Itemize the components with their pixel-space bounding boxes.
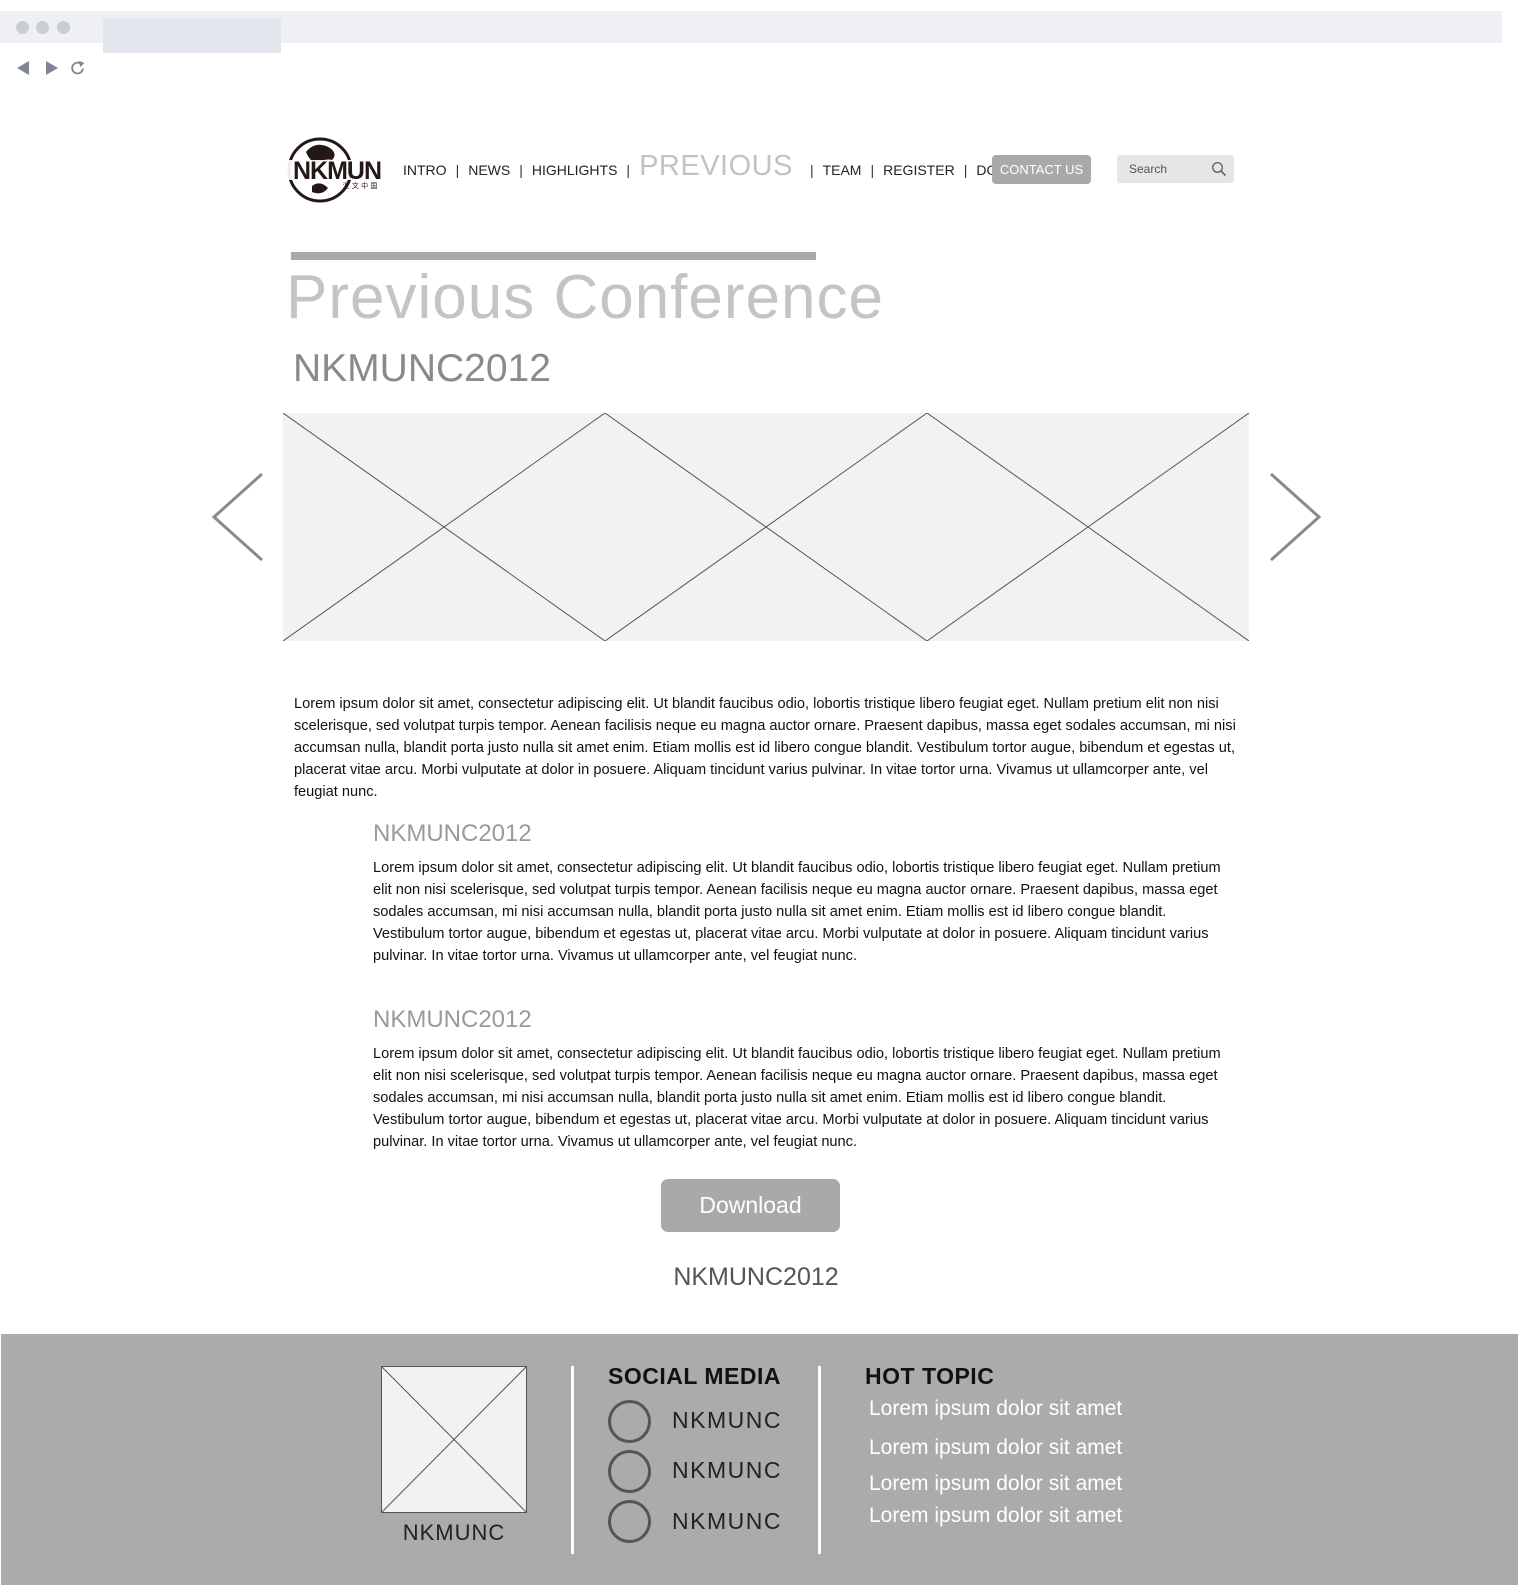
nav-previous-active[interactable]: PREVIOUS: [639, 150, 793, 183]
footer-image-placeholder: [381, 1366, 527, 1513]
image-placeholder-icon: [381, 1366, 527, 1513]
social-link[interactable]: NKMUNC: [672, 1407, 782, 1434]
download-button[interactable]: Download: [661, 1179, 840, 1232]
nav-separator: |: [519, 162, 523, 178]
contact-us-button[interactable]: CONTACT US: [992, 155, 1091, 184]
conference-label: NKMUNC2012: [673, 1263, 839, 1291]
nav-separator: |: [870, 162, 875, 178]
footer-divider: [818, 1366, 821, 1554]
footer-divider: [571, 1366, 574, 1554]
social-link[interactable]: NKMUNC: [672, 1457, 782, 1484]
footer-image-label: NKMUNC: [402, 1520, 506, 1545]
chevron-left-icon[interactable]: [210, 472, 266, 562]
page-title: Previous Conference: [286, 263, 884, 332]
forward-arrow-icon[interactable]: [42, 58, 60, 78]
nav-register[interactable]: REGISTER: [883, 162, 955, 178]
hot-topic-link[interactable]: Lorem ipsum dolor sit amet: [869, 1472, 1122, 1496]
hot-topic-link[interactable]: Lorem ipsum dolor sit amet: [869, 1397, 1122, 1421]
window-maximize-dot[interactable]: [57, 21, 70, 34]
image-carousel[interactable]: [282, 412, 1250, 642]
nkmun-logo[interactable]: NKMUN 汇 文 中 国: [282, 136, 392, 204]
search-box: [1117, 155, 1234, 183]
section-paragraph: Lorem ipsum dolor sit amet, consectetur …: [373, 1046, 1221, 1150]
hot-topic-link[interactable]: Lorem ipsum dolor sit amet: [869, 1436, 1122, 1460]
conference-subtitle: NKMUNC2012: [293, 347, 551, 390]
nav-separator: |: [626, 162, 631, 178]
nav-intro[interactable]: INTRO: [403, 162, 447, 178]
back-arrow-icon[interactable]: [14, 58, 32, 78]
magnifier-icon[interactable]: [1211, 161, 1227, 177]
intro-paragraph: Lorem ipsum dolor sit amet, consectetur …: [294, 696, 1236, 800]
browser-tab[interactable]: [103, 18, 281, 53]
chevron-right-icon[interactable]: [1267, 472, 1323, 562]
nav-highlights[interactable]: HIGHLIGHTS: [532, 162, 618, 178]
svg-text:NKMUN: NKMUN: [293, 157, 381, 185]
section-title: NKMUNC2012: [373, 820, 532, 847]
social-media-heading: SOCIAL MEDIA: [608, 1363, 781, 1389]
social-icon[interactable]: [608, 1400, 651, 1443]
carousel-image-placeholder: [282, 412, 1250, 642]
reload-icon[interactable]: [69, 58, 87, 78]
title-rule: [291, 252, 816, 260]
social-link[interactable]: NKMUNC: [672, 1508, 782, 1535]
window-close-dot[interactable]: [16, 21, 29, 34]
nav-separator: |: [963, 162, 968, 178]
hot-topic-heading: HOT TOPIC: [865, 1363, 995, 1389]
section-title: NKMUNC2012: [373, 1006, 532, 1033]
search-input[interactable]: [1117, 155, 1207, 183]
nav-team[interactable]: TEAM: [823, 162, 862, 178]
nav-news[interactable]: NEWS: [468, 162, 510, 178]
nav-separator: |: [455, 162, 460, 178]
nav-separator: |: [809, 162, 814, 178]
social-icon[interactable]: [608, 1450, 651, 1493]
main-nav: INTRO | NEWS | HIGHLIGHTS | PREVIOUS | T…: [403, 150, 1059, 185]
section-paragraph: Lorem ipsum dolor sit amet, consectetur …: [373, 860, 1221, 964]
social-icon[interactable]: [608, 1500, 651, 1543]
svg-text:汇 文 中 国: 汇 文 中 国: [343, 181, 378, 190]
window-minimize-dot[interactable]: [36, 21, 49, 34]
hot-topic-link[interactable]: Lorem ipsum dolor sit amet: [869, 1504, 1122, 1528]
